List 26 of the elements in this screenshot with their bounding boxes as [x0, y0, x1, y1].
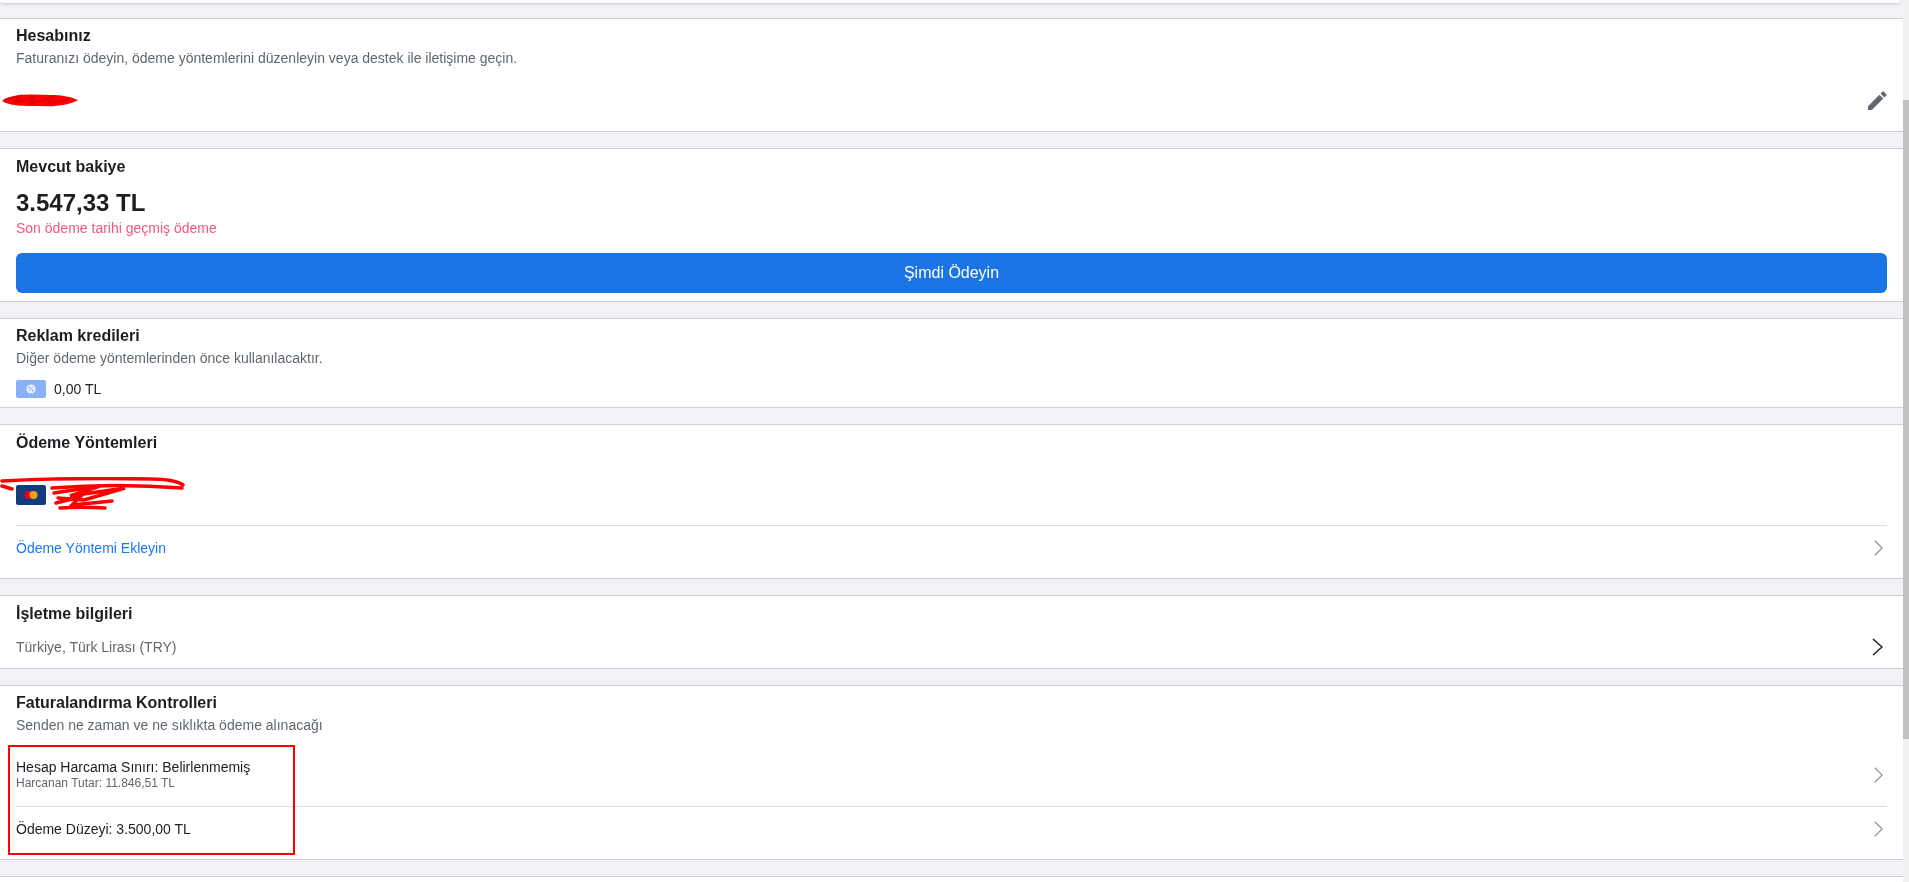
- pencil-icon[interactable]: [1868, 90, 1887, 110]
- scrollbar-track[interactable]: [1903, 0, 1909, 882]
- chevron-right-icon: [1874, 766, 1883, 783]
- section-title: İşletme bilgileri: [16, 604, 133, 624]
- section-subtitle: Senden ne zaman ve ne sıklıkta ödeme alınacağı: [16, 716, 323, 734]
- billing-setting-item[interactable]: Ödeme Düzeyi: 3.500,00 TL: [16, 806, 1887, 853]
- chevron-right-icon: [1872, 638, 1883, 656]
- pay-now-button[interactable]: Şimdi Ödeyin: [16, 253, 1887, 293]
- scrollbar-thumb[interactable]: [1903, 100, 1909, 739]
- card-icon: [16, 485, 46, 505]
- balance-amount: 3.547,33 TL: [16, 189, 146, 217]
- section-title: Ödeme Yöntemleri: [16, 433, 158, 453]
- chevron-right-icon: [1874, 540, 1883, 556]
- section-title: Hesabınız: [16, 26, 91, 46]
- percent-badge-icon: [16, 380, 46, 398]
- section-subtitle: Diğer ödeme yöntemlerinden önce kullanılacaktır.: [16, 349, 323, 367]
- section-title: Faturalandırma Kontrolleri: [16, 693, 217, 713]
- credit-amount: 0,00 TL: [54, 380, 102, 398]
- chevron-right-icon: [1874, 821, 1883, 837]
- business-info-item[interactable]: Türkiye, Türk Lirası (TRY): [16, 624, 1887, 668]
- section-title: Mevcut bakiye: [16, 157, 126, 177]
- billing-setting-item[interactable]: Hesap Harcama Sınırı: Belirlenmemiş Harcanan Tutar: 11.846,51 TL: [16, 745, 1887, 806]
- section-subtitle: Faturanızı ödeyin, ödeme yöntemlerini düzenleyin veya destek ile iletişime geçin.: [16, 49, 518, 67]
- overdue-status: Son ödeme tarihi geçmiş ödeme: [16, 219, 217, 237]
- add-payment-method-item[interactable]: Ödeme Yöntemi Ekleyin: [16, 526, 1887, 578]
- section-title: Reklam kredileri: [16, 326, 140, 346]
